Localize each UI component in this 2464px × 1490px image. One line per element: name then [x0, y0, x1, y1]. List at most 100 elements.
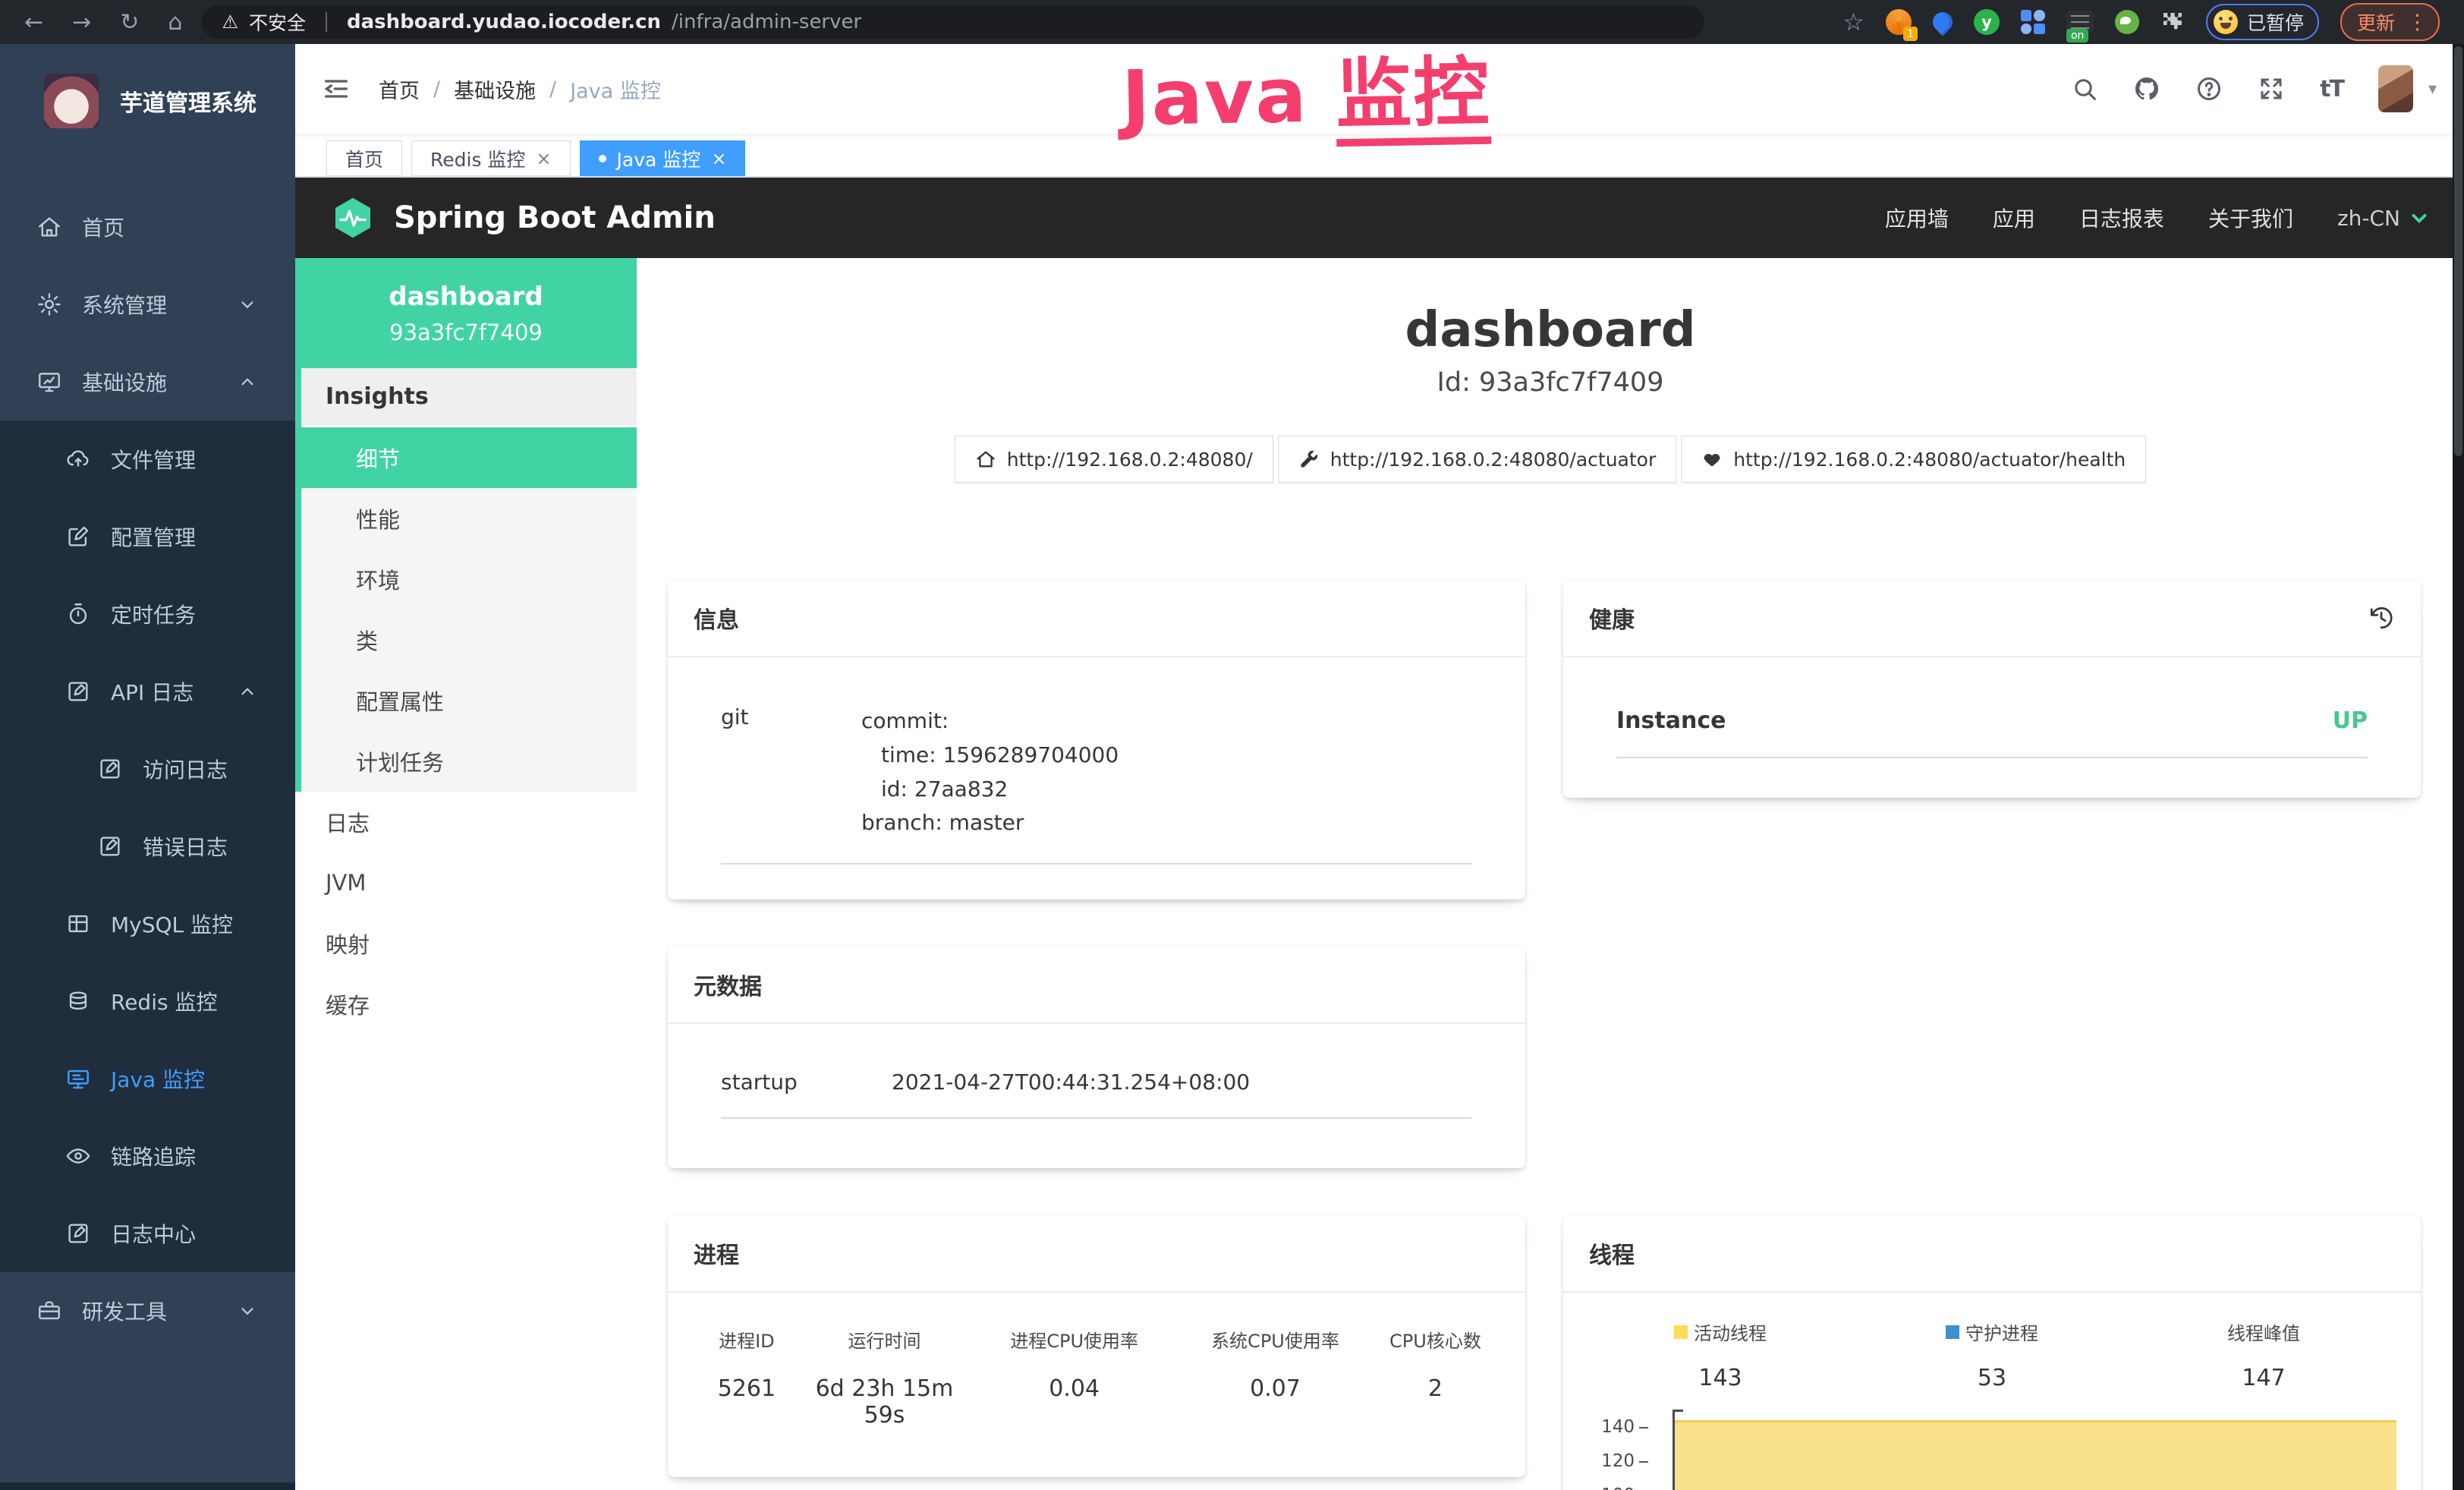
- sba-item-metrics[interactable]: 性能: [301, 488, 637, 549]
- reload-icon[interactable]: ↻: [120, 9, 139, 36]
- sidebar-item-system[interactable]: 系统管理: [0, 266, 295, 343]
- sidebar-item-config-management[interactable]: 配置管理: [0, 498, 295, 575]
- home-icon[interactable]: ⌂: [168, 9, 182, 36]
- screen-icon: [65, 1066, 91, 1092]
- tab-close-icon[interactable]: ×: [711, 148, 726, 169]
- sidebar-item-label: API 日志: [111, 676, 194, 707]
- legend-label: 活动线程: [1694, 1318, 1767, 1345]
- actuator-url-button[interactable]: http://192.168.0.2:48080/actuator: [1278, 436, 1676, 483]
- sba-item-classes[interactable]: 类: [301, 610, 637, 670]
- browser-menu-icon[interactable]: ⋮: [2407, 11, 2428, 34]
- sba-item-mappings[interactable]: 映射: [295, 913, 637, 974]
- sba-app-id: 93a3fc7f7409: [389, 320, 543, 345]
- sba-main: dashboard Id: 93a3fc7f7409 http://192.16…: [637, 258, 2464, 1490]
- help-icon[interactable]: [2195, 75, 2223, 102]
- user-avatar[interactable]: [2378, 65, 2413, 112]
- extension-bird-icon[interactable]: [2115, 10, 2139, 34]
- legend-blue-swatch: [1946, 1325, 1959, 1339]
- breadcrumb-home[interactable]: 首页: [379, 74, 420, 104]
- sba-nav-wallboard[interactable]: 应用墙: [1885, 203, 1949, 233]
- sba-item-caches[interactable]: 缓存: [295, 974, 637, 1035]
- extension-list-icon[interactable]: on: [2066, 11, 2094, 33]
- breadcrumb-infrastructure[interactable]: 基础设施: [454, 74, 536, 104]
- sidebar-item-dev-tools[interactable]: 研发工具: [0, 1272, 295, 1350]
- extensions-puzzle-icon[interactable]: [2160, 10, 2185, 34]
- update-label: 更新: [2357, 8, 2395, 36]
- fullscreen-icon[interactable]: [2258, 75, 2285, 102]
- sidebar-item-error-logs[interactable]: 错误日志: [0, 808, 295, 885]
- sidebar-item-file-management[interactable]: 文件管理: [0, 421, 295, 498]
- legend-label: 线程峰值: [2227, 1318, 2300, 1345]
- forward-icon[interactable]: →: [72, 9, 91, 36]
- process-card: 进程 进程ID 5261 运行时间 6d 23h 15m 59s: [668, 1215, 1525, 1477]
- sidebar-item-mysql-monitor[interactable]: MySQL 监控: [0, 885, 295, 962]
- sidebar-item-label: 首页: [82, 212, 124, 242]
- search-icon[interactable]: [2071, 75, 2098, 102]
- chevron-down-icon: [2408, 206, 2431, 229]
- chevron-up-icon: [238, 682, 257, 701]
- page-scrollbar[interactable]: [2453, 44, 2464, 1490]
- sidebar-item-log-center[interactable]: 日志中心: [0, 1195, 295, 1272]
- extension-grid-icon[interactable]: [2021, 10, 2045, 34]
- sba-app-header[interactable]: dashboard 93a3fc7f7409: [295, 258, 637, 368]
- tab-java-monitor[interactable]: Java 监控 ×: [580, 140, 746, 176]
- info-key: git: [721, 704, 861, 840]
- sba-nav-applications[interactable]: 应用: [1993, 203, 2035, 233]
- avatar-caret-icon[interactable]: ▾: [2428, 80, 2437, 99]
- page-subtitle: Id: 93a3fc7f7409: [637, 367, 2464, 398]
- security-label: 不安全: [249, 8, 306, 36]
- sidebar-item-infrastructure[interactable]: 基础设施: [0, 343, 295, 421]
- app-logo-row[interactable]: 芋道管理系统: [0, 44, 295, 158]
- sidebar-item-access-logs[interactable]: 访问日志: [0, 730, 295, 808]
- sidebar-item-scheduled-jobs[interactable]: 定时任务: [0, 575, 295, 653]
- locale-label: zh-CN: [2337, 206, 2400, 231]
- tab-home[interactable]: 首页: [326, 140, 402, 176]
- sba-item-scheduled-tasks[interactable]: 计划任务: [301, 731, 637, 792]
- sidebar-item-redis-monitor[interactable]: Redis 监控: [0, 962, 295, 1040]
- sidebar-item-java-monitor[interactable]: Java 监控: [0, 1040, 295, 1117]
- sidebar-item-label: 链路追踪: [111, 1141, 196, 1171]
- service-url-button[interactable]: http://192.168.0.2:48080/: [955, 436, 1273, 483]
- health-url-button[interactable]: http://192.168.0.2:48080/actuator/health: [1681, 436, 2146, 483]
- font-size-icon[interactable]: tT: [2320, 76, 2343, 102]
- insights-section: Insights 细节 性能 环境 类 配置属性 计划任务: [295, 368, 637, 792]
- sba-item-config-props[interactable]: 配置属性: [301, 670, 637, 731]
- tab-label: Redis 监控: [430, 145, 525, 172]
- locale-selector[interactable]: zh-CN: [2337, 206, 2431, 231]
- chrome-update-button[interactable]: 更新 ⋮: [2340, 3, 2440, 41]
- scrollbar-thumb[interactable]: [2454, 46, 2462, 456]
- sba-item-details[interactable]: 细节: [301, 427, 637, 488]
- sba-nav-about[interactable]: 关于我们: [2208, 203, 2293, 233]
- collapse-sidebar-icon[interactable]: [321, 74, 351, 104]
- sba-item-logs[interactable]: 日志: [295, 792, 637, 852]
- tab-close-icon[interactable]: ×: [536, 148, 551, 169]
- extension-y-icon[interactable]: y: [1974, 9, 2000, 35]
- sba-item-jvm[interactable]: JVM: [295, 852, 637, 913]
- sidebar-item-tracing[interactable]: 链路追踪: [0, 1117, 295, 1195]
- infrastructure-submenu: 文件管理 配置管理 定时任务 API 日志 访问日志: [0, 421, 295, 1272]
- sba-nav-journal[interactable]: 日志报表: [2079, 203, 2164, 233]
- extension-orange-icon[interactable]: 1: [1886, 9, 1912, 35]
- profile-paused-chip[interactable]: 已暂停: [2206, 4, 2319, 40]
- bookmark-star-icon[interactable]: ☆: [1842, 8, 1865, 36]
- url-path: /infra/admin-server: [672, 11, 861, 33]
- chevron-down-icon: [238, 295, 257, 314]
- app-logo: [44, 74, 99, 128]
- sidebar-item-label: 日志中心: [111, 1218, 196, 1249]
- info-card: 信息 git commit: time: 1596289704000 id: 2…: [668, 580, 1525, 899]
- extension-pin-icon[interactable]: [1929, 8, 1957, 36]
- live-threads-legend: 活动线程: [1674, 1318, 1767, 1345]
- sidebar-item-home[interactable]: 首页: [0, 188, 295, 266]
- sba-item-environment[interactable]: 环境: [301, 549, 637, 610]
- process-col-label: 系统CPU使用率: [1182, 1326, 1368, 1353]
- extension-badge: 1: [1903, 27, 1918, 41]
- tab-label: Java 监控: [617, 145, 701, 172]
- back-icon[interactable]: ←: [24, 9, 43, 36]
- instance-label[interactable]: Instance: [1616, 707, 1726, 734]
- github-icon[interactable]: [2133, 75, 2160, 102]
- sidebar-item-api-logs[interactable]: API 日志: [0, 653, 295, 730]
- history-icon[interactable]: [2368, 604, 2395, 632]
- home-icon: [975, 449, 996, 470]
- tab-redis-monitor[interactable]: Redis 监控 ×: [411, 140, 571, 176]
- row-divider: [721, 863, 1472, 865]
